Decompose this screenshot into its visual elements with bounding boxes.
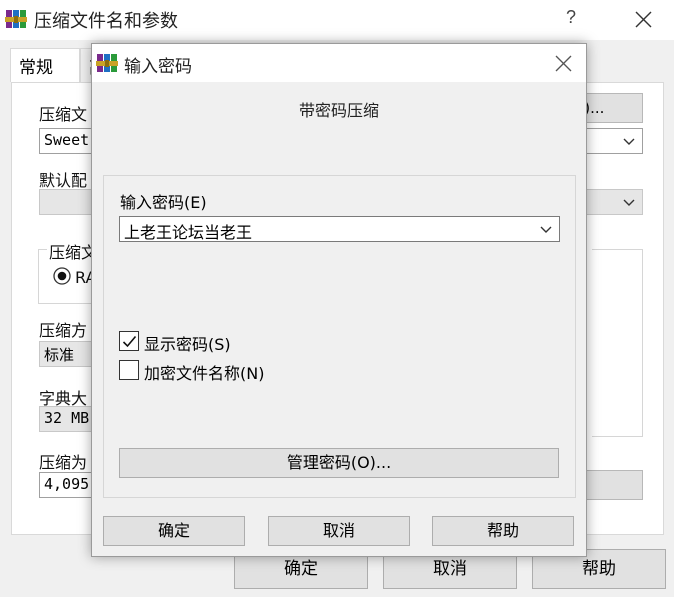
- password-input[interactable]: 上老王论坛当老王: [119, 216, 560, 242]
- enter-password-dialog: 输入密码 带密码压缩 输入密码(E) 上老王论坛当老王 显示密码(S) 加密文件…: [91, 43, 587, 557]
- chevron-down-icon[interactable]: [619, 192, 639, 212]
- window-title: 压缩文件名和参数: [34, 11, 178, 32]
- split-volumes-label: 压缩为: [39, 453, 88, 472]
- winrar-books-icon: [5, 10, 27, 28]
- dialog-cancel-button[interactable]: 取消: [268, 516, 410, 546]
- manage-passwords-button[interactable]: 管理密码(O)...: [119, 448, 559, 478]
- show-password-label: 显示密码(S): [144, 335, 231, 354]
- compression-method-select[interactable]: 标准: [39, 341, 99, 367]
- dictionary-size-value: 32 MB: [44, 409, 90, 427]
- chevron-down-icon[interactable]: [619, 131, 639, 151]
- dialog-title-bar: 输入密码: [92, 44, 586, 82]
- title-bar: 压缩文件名和参数 ?: [0, 0, 674, 40]
- close-icon[interactable]: [628, 6, 658, 32]
- compression-method-label: 压缩方: [39, 321, 88, 340]
- tab-general[interactable]: 常规: [10, 48, 80, 82]
- encrypt-file-names-box[interactable]: [119, 360, 139, 380]
- split-volumes-input[interactable]: 4,095: [39, 472, 99, 498]
- radio-selected-icon[interactable]: [52, 266, 72, 286]
- encrypt-file-names-label: 加密文件名称(N): [144, 364, 265, 383]
- archive-name-value: Sweet: [44, 131, 90, 149]
- archive-options-group: [592, 249, 643, 437]
- winrar-books-icon: [96, 54, 118, 72]
- password-value: 上老王论坛当老王: [124, 223, 253, 242]
- compression-method-value: 标准: [44, 346, 75, 364]
- dialog-title: 输入密码: [124, 57, 192, 77]
- chevron-down-icon[interactable]: [537, 220, 555, 238]
- archive-name-label: 压缩文: [39, 105, 88, 124]
- default-profile-label: 默认配: [39, 171, 88, 190]
- checkmark-icon: [122, 335, 137, 348]
- split-volumes-value: 4,095: [44, 475, 90, 493]
- password-label: 输入密码(E): [120, 193, 207, 212]
- dictionary-size-select[interactable]: 32 MB: [39, 406, 99, 432]
- dialog-help-button[interactable]: 帮助: [432, 516, 574, 546]
- dialog-ok-button[interactable]: 确定: [103, 516, 245, 546]
- dialog-heading: 带密码压缩: [298, 101, 379, 120]
- show-password-box[interactable]: [119, 331, 139, 351]
- close-icon[interactable]: [548, 50, 578, 76]
- help-question-button[interactable]: ?: [566, 7, 576, 28]
